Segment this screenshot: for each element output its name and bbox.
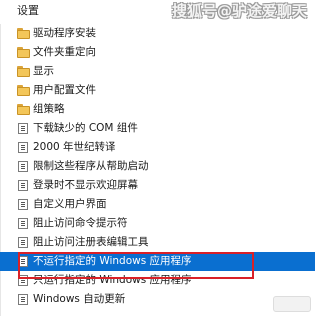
- policy-setting-icon: [18, 180, 28, 191]
- settings-list: 驱动程序安装 文件夹重定向 显示用户配置文件 组策略下载缺少的 COM 组件 2000 …: [0, 24, 315, 309]
- folder-icon: [17, 66, 30, 77]
- item-label: 组策略: [33, 103, 65, 115]
- policy-item[interactable]: Windows 自动更新: [0, 290, 315, 309]
- item-label: 阻止访问命令提示符: [33, 217, 128, 229]
- policy-item[interactable]: 2000 年世纪转译: [0, 138, 315, 157]
- group-policy-settings-pane: 设置 搜狐号@驴途爱聊天 驱动程序安装 文件夹重定向 显示用户配置文件 组策略下载缺少…: [0, 0, 315, 316]
- item-label: 限制这些程序从帮助启动: [33, 160, 149, 172]
- folder-item[interactable]: 驱动程序安装: [0, 24, 315, 43]
- policy-setting-icon: [18, 218, 28, 229]
- policy-item[interactable]: 阻止访问注册表编辑工具: [0, 233, 315, 252]
- policy-item[interactable]: 登录时不显示欢迎屏幕: [0, 176, 315, 195]
- item-label: 登录时不显示欢迎屏幕: [33, 179, 138, 191]
- policy-setting-icon: [18, 123, 28, 134]
- item-label: 自定义用户界面: [33, 198, 107, 210]
- item-label: 不运行指定的 Windows 应用程序: [33, 255, 192, 267]
- policy-setting-icon: [18, 256, 28, 267]
- item-label: 2000 年世纪转译: [33, 141, 116, 153]
- item-label: 用户配置文件: [33, 84, 96, 96]
- item-label: 显示: [33, 65, 54, 77]
- folder-item[interactable]: 文件夹重定向: [0, 43, 315, 62]
- watermark-text: 搜狐号@驴途爱聊天: [171, 2, 307, 20]
- folder-icon: [17, 85, 30, 96]
- folder-item[interactable]: 显示: [0, 62, 315, 81]
- corner-logo: [273, 296, 311, 312]
- policy-item[interactable]: 自定义用户界面: [0, 195, 315, 214]
- folder-icon: [17, 104, 30, 115]
- item-label: 阻止访问注册表编辑工具: [33, 236, 149, 248]
- policy-setting-icon: [18, 199, 28, 210]
- item-label: 只运行指定的 Windows 应用程序: [33, 274, 192, 286]
- policy-item[interactable]: 不运行指定的 Windows 应用程序: [0, 252, 315, 271]
- folder-item[interactable]: 组策略: [0, 100, 315, 119]
- settings-column-title: 设置: [17, 4, 39, 17]
- policy-item[interactable]: 限制这些程序从帮助启动: [0, 157, 315, 176]
- folder-icon: [17, 47, 30, 58]
- item-label: 驱动程序安装: [33, 27, 96, 39]
- policy-setting-icon: [18, 142, 28, 153]
- policy-item[interactable]: 只运行指定的 Windows 应用程序: [0, 271, 315, 290]
- item-label: Windows 自动更新: [33, 293, 126, 305]
- policy-item[interactable]: 阻止访问命令提示符: [0, 214, 315, 233]
- policy-setting-icon: [18, 237, 28, 248]
- column-header[interactable]: 设置 搜狐号@驴途爱聊天: [0, 0, 315, 24]
- policy-setting-icon: [18, 161, 28, 172]
- folder-item[interactable]: 用户配置文件: [0, 81, 315, 100]
- policy-setting-icon: [18, 294, 28, 305]
- folder-icon: [17, 28, 30, 39]
- item-label: 下载缺少的 COM 组件: [33, 122, 138, 134]
- item-label: 文件夹重定向: [33, 46, 96, 58]
- policy-item[interactable]: 下载缺少的 COM 组件: [0, 119, 315, 138]
- policy-setting-icon: [18, 275, 28, 286]
